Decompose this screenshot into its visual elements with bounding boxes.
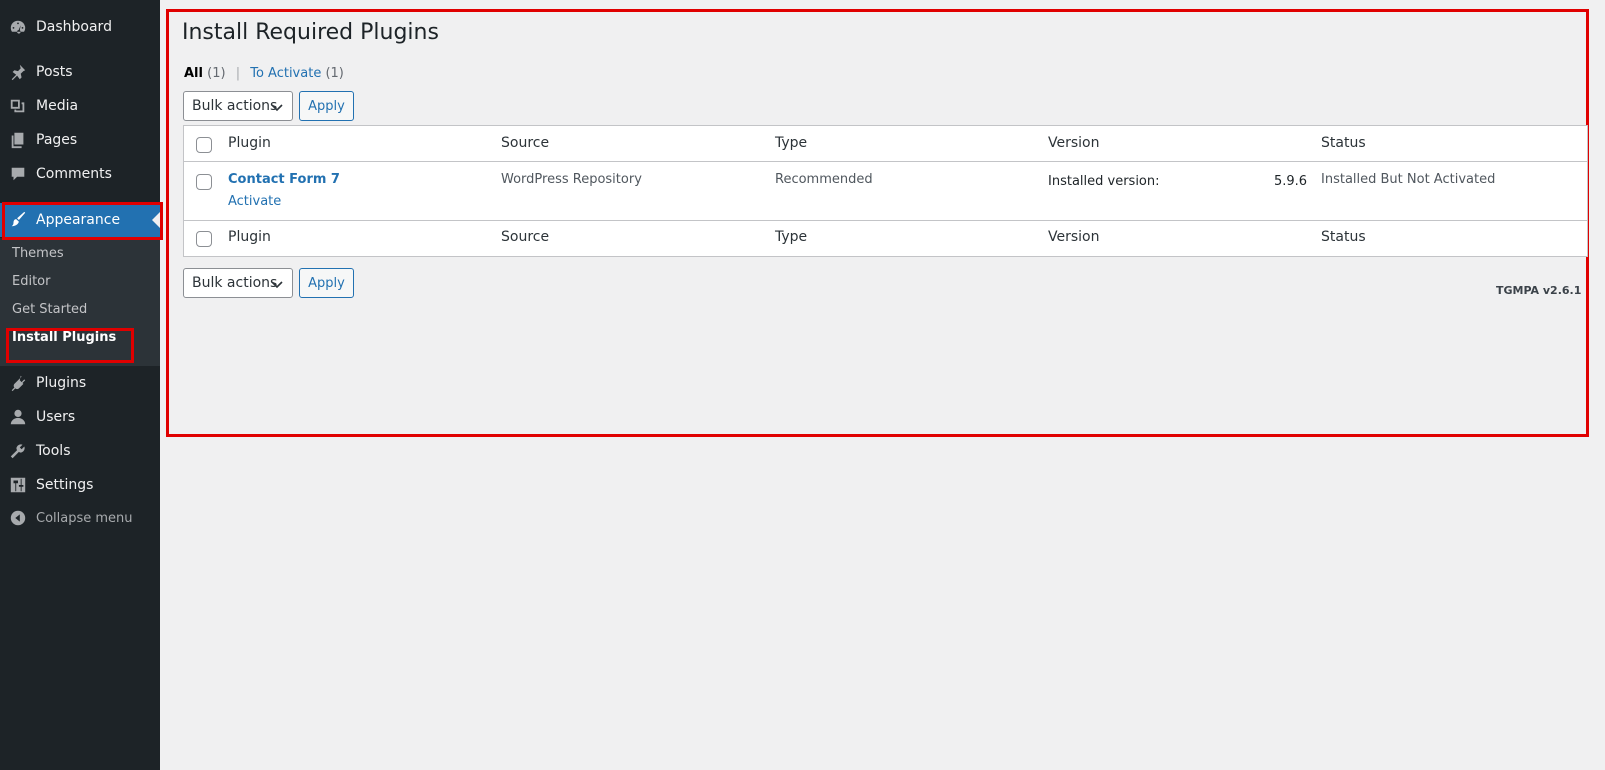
pages-icon (8, 130, 28, 150)
column-header-status[interactable]: Status (1321, 135, 1366, 151)
menu-label: Collapse menu (36, 510, 133, 526)
user-icon (8, 407, 28, 427)
menu-label: Posts (36, 64, 73, 80)
view-to-activate-link[interactable]: To Activate (250, 66, 321, 81)
collapse-icon (8, 508, 28, 528)
select-all-checkbox-footer[interactable] (196, 231, 212, 247)
pin-icon (8, 62, 28, 82)
admin-sidebar: Dashboard Posts Media Pages Comments App… (0, 0, 160, 770)
plug-icon (8, 373, 28, 393)
menu-label: Users (36, 409, 76, 425)
column-header-version[interactable]: Version (1048, 135, 1099, 151)
submenu-item-editor[interactable]: Editor (12, 274, 50, 289)
plugin-type: Recommended (775, 172, 873, 187)
plugin-source: WordPress Repository (501, 172, 642, 187)
chevron-down-icon (271, 104, 283, 112)
installed-version-label: Installed version: (1048, 174, 1160, 189)
appearance-submenu: Themes Editor Get Started Install Plugin… (0, 238, 160, 366)
column-footer-status[interactable]: Status (1321, 229, 1366, 245)
menu-item-pages[interactable]: Pages (0, 123, 160, 157)
activate-link[interactable]: Activate (228, 194, 281, 209)
menu-item-appearance[interactable]: Appearance (0, 203, 160, 237)
view-all-link[interactable]: All (184, 66, 203, 81)
select-all-checkbox[interactable] (196, 137, 212, 153)
menu-label: Tools (36, 443, 71, 459)
menu-item-users[interactable]: Users (0, 400, 160, 434)
column-footer-type[interactable]: Type (775, 229, 807, 245)
submenu-item-get-started[interactable]: Get Started (12, 302, 87, 317)
plugin-name-link[interactable]: Contact Form 7 (228, 172, 340, 187)
menu-item-plugins[interactable]: Plugins (0, 366, 160, 400)
menu-label: Comments (36, 166, 112, 182)
brush-icon (8, 210, 28, 230)
menu-label: Appearance (36, 212, 121, 228)
installed-version-value: 5.9.6 (1274, 174, 1308, 189)
apply-button-bottom[interactable]: Apply (299, 268, 354, 298)
column-footer-source[interactable]: Source (501, 229, 549, 245)
header-divider (184, 161, 1587, 162)
current-menu-arrow (152, 212, 160, 228)
media-icon (8, 96, 28, 116)
chevron-down-icon (271, 281, 283, 289)
menu-label: Media (36, 98, 79, 114)
menu-item-media[interactable]: Media (0, 89, 160, 123)
view-all-count: (1) (207, 66, 226, 81)
submenu-item-themes[interactable]: Themes (12, 246, 64, 261)
submenu-item-install-plugins[interactable]: Install Plugins (12, 330, 116, 345)
menu-item-tools[interactable]: Tools (0, 434, 160, 468)
menu-label: Pages (36, 132, 78, 148)
menu-label: Dashboard (36, 19, 112, 35)
bulk-actions-select-bottom[interactable]: Bulk actions (183, 268, 293, 298)
plugins-table: Plugin Source Type Version Status Contac… (183, 125, 1588, 257)
menu-item-posts[interactable]: Posts (0, 55, 160, 89)
menu-label: Plugins (36, 375, 87, 391)
bulk-actions-label: Bulk actions (192, 98, 278, 114)
sliders-icon (8, 475, 28, 495)
dashboard-icon (8, 17, 28, 37)
view-separator: | (235, 66, 241, 81)
view-to-activate-count: (1) (325, 66, 344, 81)
page-title: Install Required Plugins (182, 20, 439, 45)
column-footer-version[interactable]: Version (1048, 229, 1099, 245)
plugin-view-filters: All (1) | To Activate (1) (184, 66, 344, 81)
wrench-icon (8, 441, 28, 461)
menu-label: Settings (36, 477, 94, 493)
column-header-plugin[interactable]: Plugin (228, 135, 271, 151)
tgmpa-version: TGMPA v2.6.1 (1496, 284, 1582, 297)
menu-item-comments[interactable]: Comments (0, 157, 160, 191)
footer-divider (184, 220, 1587, 221)
column-header-source[interactable]: Source (501, 135, 549, 151)
menu-item-dashboard[interactable]: Dashboard (0, 10, 160, 44)
row-checkbox[interactable] (196, 174, 212, 190)
comment-icon (8, 164, 28, 184)
column-footer-plugin[interactable]: Plugin (228, 229, 271, 245)
apply-button-top[interactable]: Apply (299, 91, 354, 121)
bulk-actions-label: Bulk actions (192, 275, 278, 291)
collapse-menu-button[interactable]: Collapse menu (0, 501, 160, 535)
menu-item-settings[interactable]: Settings (0, 468, 160, 502)
bulk-actions-select-top[interactable]: Bulk actions (183, 91, 293, 121)
plugin-status: Installed But Not Activated (1321, 172, 1496, 187)
column-header-type[interactable]: Type (775, 135, 807, 151)
